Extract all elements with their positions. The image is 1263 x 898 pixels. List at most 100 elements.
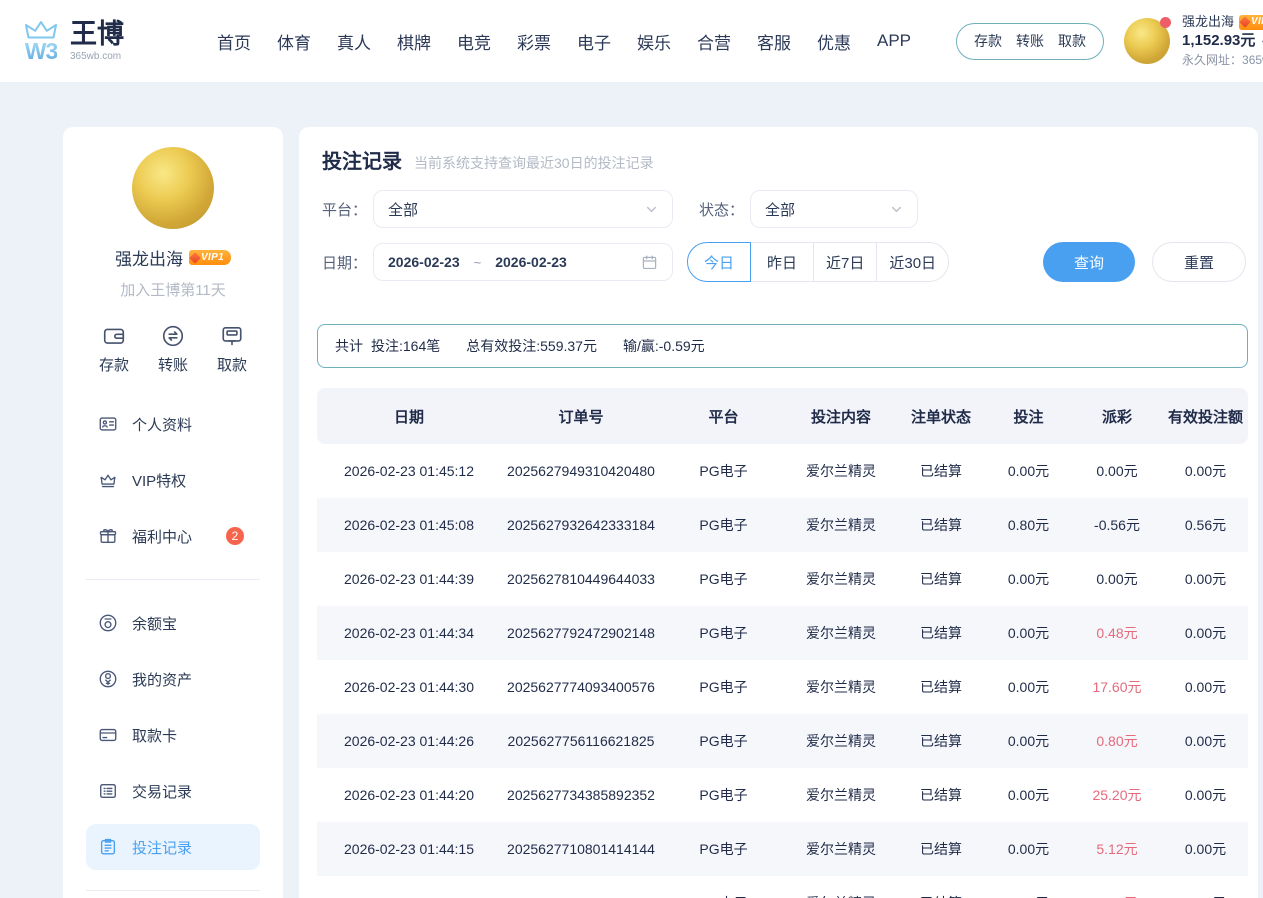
quick-link-withdraw[interactable]: 取款 bbox=[1058, 31, 1086, 51]
range-button-today[interactable]: 今日 bbox=[687, 242, 751, 282]
cell-bet: 0.00元 bbox=[986, 444, 1071, 498]
divider bbox=[86, 890, 260, 891]
withdraw-action[interactable]: 取款 bbox=[217, 324, 247, 375]
cell-content: 爱尔兰精灵 bbox=[786, 660, 896, 714]
nav-item-promo[interactable]: 优惠 bbox=[804, 29, 864, 54]
cell-order: 2025627810449644033 bbox=[501, 552, 661, 606]
bet-records-panel: 投注记录 当前系统支持查询最近30日的投注记录 平台： 全部 状态： 全部 日期… bbox=[299, 127, 1258, 898]
cell-valid: 0.00元 bbox=[1163, 822, 1248, 876]
header-avatar[interactable] bbox=[1124, 18, 1170, 64]
table-header-row: 日期订单号平台投注内容注单状态投注派彩有效投注额 bbox=[317, 388, 1248, 444]
bet-records-table: 日期订单号平台投注内容注单状态投注派彩有效投注额 2026-02-23 01:4… bbox=[317, 388, 1248, 898]
summary-bet-count: 投注:164笔 bbox=[371, 336, 440, 356]
transfer-icon bbox=[161, 324, 185, 348]
quick-link-transfer[interactable]: 转账 bbox=[1016, 31, 1044, 51]
table-row: 2026-02-23 01:45:082025627932642333184PG… bbox=[317, 498, 1248, 552]
cell-platform: PG电子 bbox=[661, 444, 786, 498]
nav-item-joint[interactable]: 合营 bbox=[684, 29, 744, 54]
quick-link-deposit[interactable]: 存款 bbox=[974, 31, 1002, 51]
reset-button[interactable]: 重置 bbox=[1152, 242, 1246, 282]
nav-item-slots[interactable]: 电子 bbox=[564, 29, 624, 54]
date-label: 日期： bbox=[322, 252, 367, 273]
cell-date: 2026-02-23 01:44:15 bbox=[317, 822, 501, 876]
status-select[interactable]: 全部 bbox=[750, 190, 918, 228]
table-row: 2026-02-23 01:44:342025627792472902148PG… bbox=[317, 606, 1248, 660]
permanent-url[interactable]: 365wb.com bbox=[1242, 53, 1263, 67]
cell-content: 爱尔兰精灵 bbox=[786, 822, 896, 876]
cell-date: 2026-02-23 01:44:30 bbox=[317, 660, 501, 714]
cell-valid: 0.00元 bbox=[1163, 606, 1248, 660]
cell-date: 2026-02-23 01:44:20 bbox=[317, 768, 501, 822]
nav-item-lottery[interactable]: 彩票 bbox=[504, 29, 564, 54]
nav-item-chess[interactable]: 棋牌 bbox=[384, 29, 444, 54]
cell-order: 2025627949310420480 bbox=[501, 444, 661, 498]
cell-payout: 5.12元 bbox=[1071, 822, 1163, 876]
page-title: 投注记录 bbox=[322, 145, 402, 174]
nav-item-home[interactable]: 首页 bbox=[204, 29, 264, 54]
cell-status: 已结算 bbox=[896, 552, 986, 606]
cell-content: 爱尔兰精灵 bbox=[786, 714, 896, 768]
vip-badge: VIP1 bbox=[1239, 15, 1263, 30]
profile-avatar[interactable] bbox=[132, 147, 214, 229]
id-card-icon bbox=[98, 414, 118, 434]
cell-platform: PG电子 bbox=[661, 660, 786, 714]
cell-date: 2026-02-23 01:45:08 bbox=[317, 498, 501, 552]
sidebar-item-welfare[interactable]: 福利中心 2 bbox=[86, 513, 260, 559]
cell-platform: PG电子 bbox=[661, 498, 786, 552]
range-button-yesterday[interactable]: 昨日 bbox=[750, 242, 814, 282]
sidebar-item-yuebao[interactable]: 余额宝 bbox=[86, 600, 260, 646]
deposit-action[interactable]: 存款 bbox=[99, 324, 129, 375]
cell-order: 2025627734385892352 bbox=[501, 768, 661, 822]
gem-icon bbox=[189, 252, 200, 263]
column-header: 平台 bbox=[661, 388, 786, 444]
date-range-input[interactable]: 2026-02-23 ~ 2026-02-23 bbox=[373, 243, 673, 281]
table-row: 2026-02-23 01:44:202025627734385892352PG… bbox=[317, 768, 1248, 822]
cell-order: 2025627792472902148 bbox=[501, 606, 661, 660]
cell-status: 已结算 bbox=[896, 498, 986, 552]
sidebar-item-bet-records[interactable]: 投注记录 bbox=[86, 824, 260, 870]
chevron-down-icon bbox=[645, 203, 658, 216]
range-button-last30[interactable]: 近30日 bbox=[876, 242, 949, 282]
wallet-icon bbox=[102, 324, 126, 348]
sidebar-item-profile[interactable]: 个人资料 bbox=[86, 401, 260, 447]
coin-pot-icon bbox=[98, 613, 118, 633]
nav-item-sports[interactable]: 体育 bbox=[264, 29, 324, 54]
nav-item-esports[interactable]: 电竞 bbox=[444, 29, 504, 54]
cell-content: 爱尔兰精灵 bbox=[786, 606, 896, 660]
cell-content: 爱尔兰精灵 bbox=[786, 768, 896, 822]
cell-valid: 0.00元 bbox=[1163, 768, 1248, 822]
cell-valid: 0.00元 bbox=[1163, 552, 1248, 606]
nav-item-live[interactable]: 真人 bbox=[324, 29, 384, 54]
column-header: 有效投注额 bbox=[1163, 388, 1248, 444]
gem-icon bbox=[1239, 16, 1250, 27]
brand-logo[interactable]: W3 王博 365wb.com bbox=[22, 20, 190, 63]
cell-payout: -0.56元 bbox=[1071, 498, 1163, 552]
sidebar-item-vip[interactable]: VIP特权 bbox=[86, 457, 260, 503]
cell-bet: 0.00元 bbox=[986, 876, 1071, 898]
sidebar-item-assets[interactable]: 我的资产 bbox=[86, 656, 260, 702]
transfer-action[interactable]: 转账 bbox=[158, 324, 188, 375]
sidebar-item-withdraw-card[interactable]: 取款卡 bbox=[86, 712, 260, 758]
nav-item-entertainment[interactable]: 娱乐 bbox=[624, 29, 684, 54]
search-button[interactable]: 查询 bbox=[1043, 242, 1135, 282]
nav-item-service[interactable]: 客服 bbox=[744, 29, 804, 54]
filter-row-2: 日期： 2026-02-23 ~ 2026-02-23 今日昨日近7日近30日 … bbox=[322, 242, 1248, 282]
cell-order: 2025627774093400576 bbox=[501, 660, 661, 714]
wallet-quick-links: 存款转账取款 bbox=[956, 23, 1104, 60]
date-separator: ~ bbox=[474, 255, 482, 270]
cell-content: 爱尔兰精灵 bbox=[786, 552, 896, 606]
balance-amount: 1,152.93元 bbox=[1182, 32, 1255, 51]
sidebar-item-transactions[interactable]: 交易记录 bbox=[86, 768, 260, 814]
table-row: 2026-02-23 01:44:092025627687019657728PG… bbox=[317, 876, 1248, 898]
brand-title: 王博 bbox=[70, 20, 124, 50]
table-row: 2026-02-23 01:44:262025627756116621825PG… bbox=[317, 714, 1248, 768]
range-button-last7[interactable]: 近7日 bbox=[813, 242, 877, 282]
cell-date: 2026-02-23 01:45:12 bbox=[317, 444, 501, 498]
platform-select[interactable]: 全部 bbox=[373, 190, 673, 228]
calendar-icon bbox=[641, 254, 658, 271]
cell-order: 2025627932642333184 bbox=[501, 498, 661, 552]
cell-date: 2026-02-23 01:44:26 bbox=[317, 714, 501, 768]
topbar-right: 存款转账取款 强龙出海 VIP1 1,152.93元 bbox=[956, 0, 1263, 82]
nav-item-app[interactable]: APP bbox=[864, 31, 924, 51]
cell-bet: 0.00元 bbox=[986, 606, 1071, 660]
